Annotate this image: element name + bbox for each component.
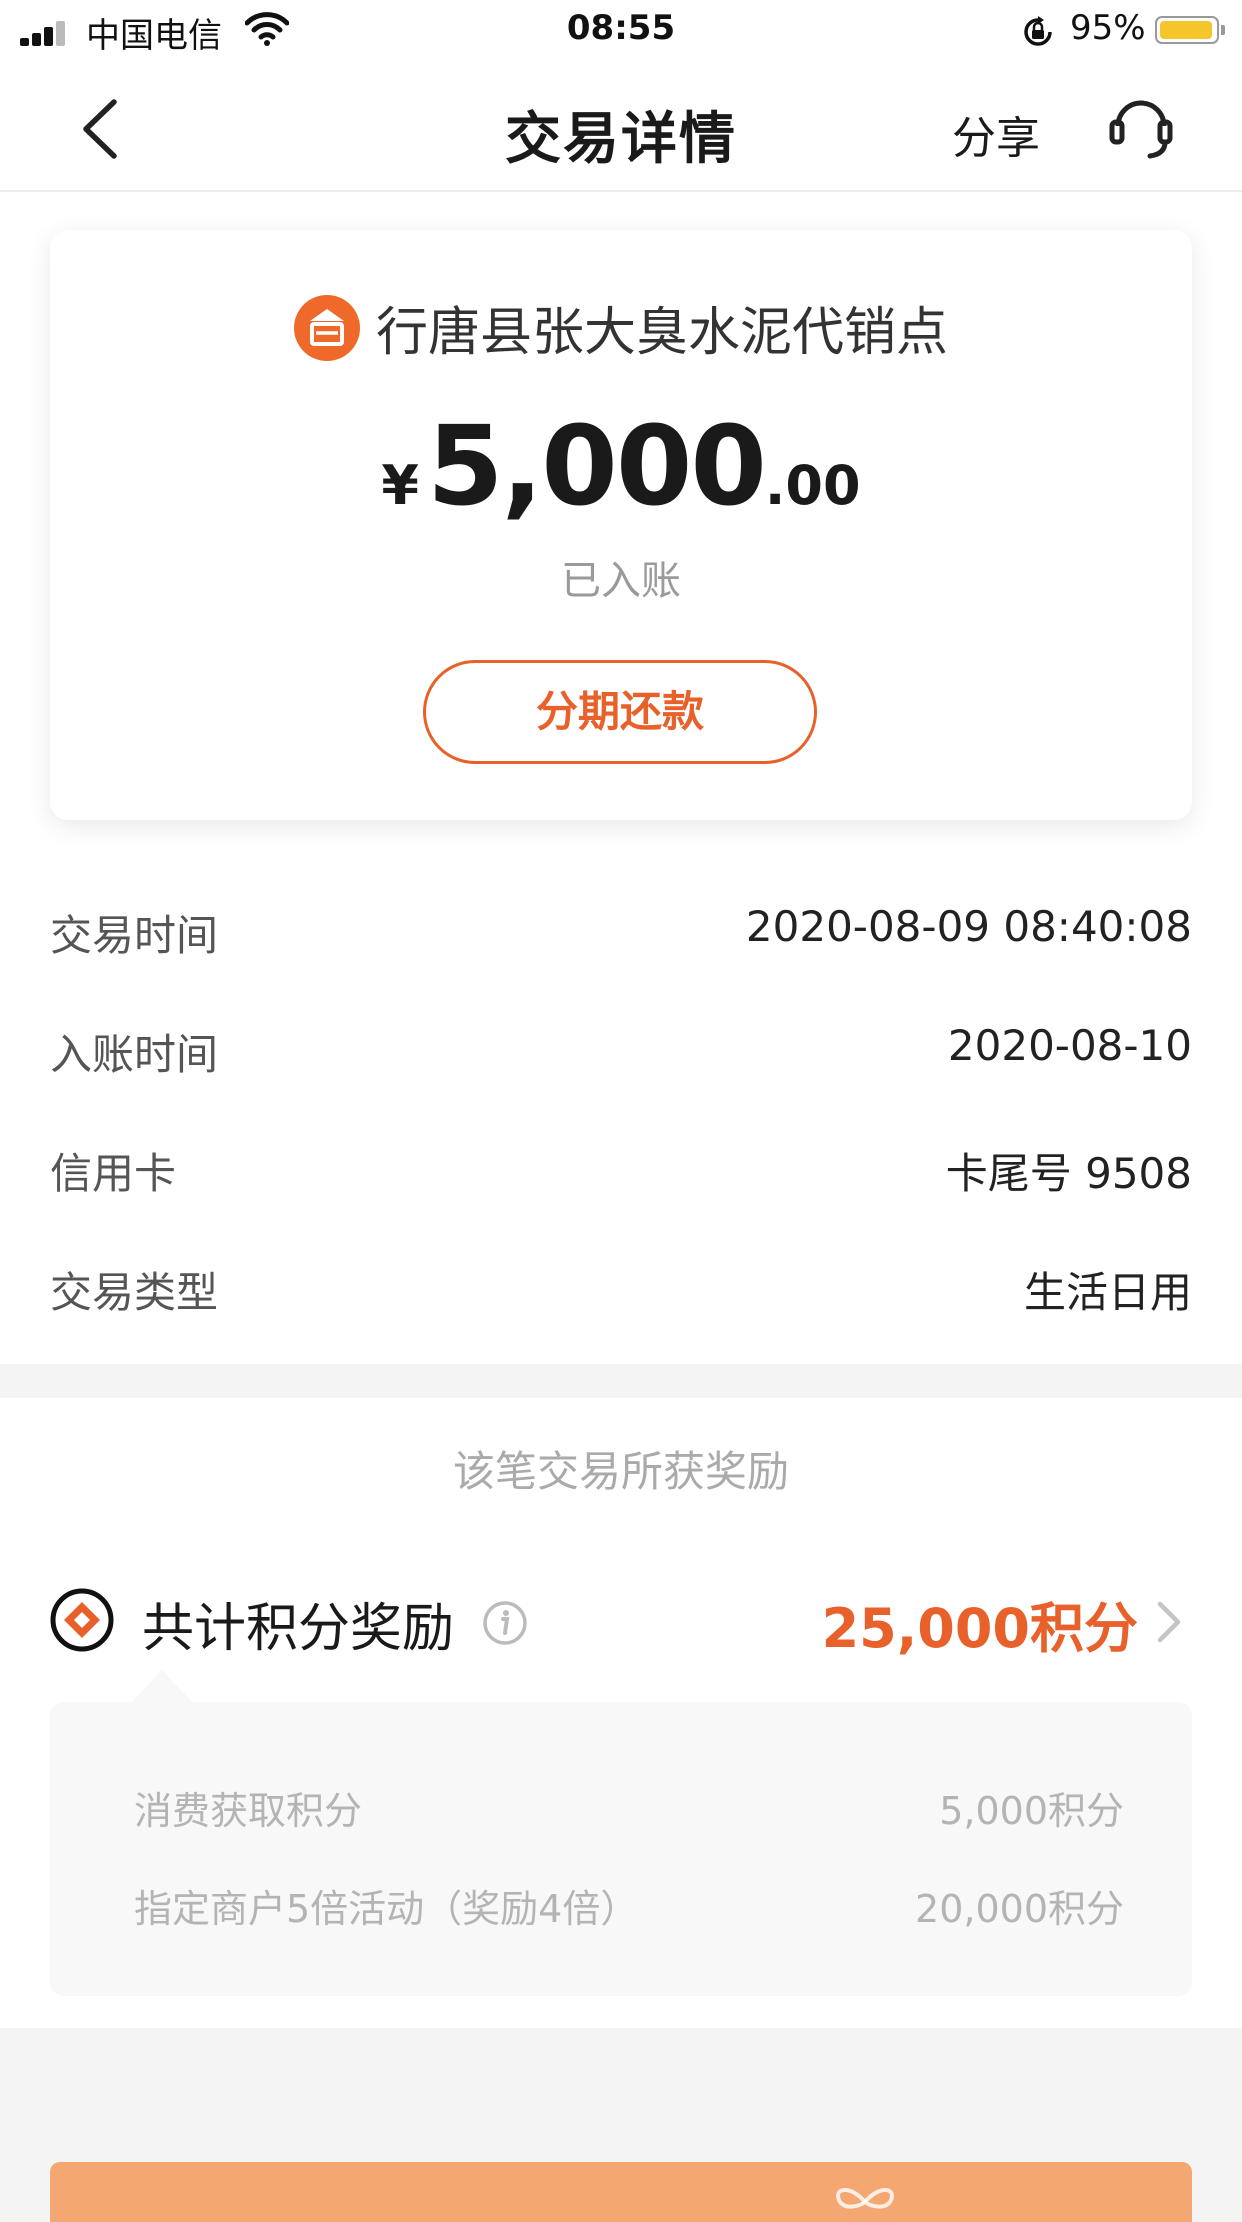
amount-integer: 5,000 [426, 402, 767, 530]
points-total-row[interactable]: 共计积分奖励 25,000积分 [50, 1582, 1192, 1660]
amount: ¥5,000.00 [50, 402, 1192, 530]
info-icon[interactable] [482, 1600, 528, 1646]
detail-row-posting-time: 入账时间 2020-08-10 [50, 1021, 1192, 1081]
share-button[interactable]: 分享 [952, 102, 1040, 166]
battery-percent: 95% [1070, 8, 1146, 48]
breakdown-label: 指定商户5倍活动（奖励4倍） [134, 1887, 639, 1931]
points-breakdown: 消费获取积分 5,000积分 指定商户5倍活动（奖励4倍） 20,000积分 [50, 1702, 1192, 1996]
promo-banner[interactable] [50, 2162, 1192, 2222]
breakdown-label: 消费获取积分 [134, 1789, 363, 1833]
chevron-right-icon[interactable] [1154, 1598, 1184, 1646]
currency-symbol: ¥ [381, 454, 419, 517]
detail-label: 入账时间 [50, 1030, 219, 1079]
page-title: 交易详情 [505, 107, 737, 172]
breakdown-value: 5,000积分 [939, 1789, 1124, 1833]
gift-bow-icon [836, 2188, 894, 2209]
breakdown-row: 指定商户5倍活动（奖励4倍） 20,000积分 [134, 1878, 1124, 1931]
rewards-heading: 该笔交易所获奖励 [452, 1447, 789, 1496]
posting-status: 已入账 [561, 558, 681, 604]
detail-row-credit-card: 信用卡 卡尾号 9508 [50, 1140, 1192, 1200]
points-total-label: 共计积分奖励 [142, 1599, 455, 1659]
installment-button[interactable]: 分期还款 [423, 660, 817, 764]
detail-row-transaction-type: 交易类型 生活日用 [50, 1259, 1192, 1319]
nav-bar: 交易详情 分享 [0, 64, 1242, 192]
transaction-card: 行唐县张大臭水泥代销点 ¥5,000.00 已入账 分期还款 [50, 230, 1192, 820]
detail-value: 2020-08-09 08:40:08 [745, 902, 1192, 951]
detail-label: 信用卡 [50, 1149, 177, 1198]
breakdown-row: 消费获取积分 5,000积分 [134, 1780, 1124, 1833]
detail-value: 2020-08-10 [947, 1021, 1192, 1070]
points-total-value: 25,000积分 [821, 1597, 1138, 1660]
store-icon [293, 294, 360, 361]
detail-row-transaction-time: 交易时间 2020-08-09 08:40:08 [50, 902, 1192, 962]
battery-icon [1155, 16, 1219, 44]
detail-value: 卡尾号 9508 [945, 1149, 1192, 1198]
detail-label: 交易时间 [50, 911, 219, 960]
points-icon [50, 1588, 114, 1652]
battery-tip [1221, 25, 1225, 35]
detail-value: 生活日用 [1023, 1268, 1192, 1317]
merchant-row: 行唐县张大臭水泥代销点 [50, 290, 1192, 365]
customer-service-icon[interactable] [1108, 92, 1174, 162]
merchant-name: 行唐县张大臭水泥代销点 [375, 303, 948, 363]
detail-label: 交易类型 [50, 1268, 219, 1317]
breakdown-value: 20,000积分 [915, 1887, 1124, 1931]
status-bar: 中国电信 08:55 95% [0, 0, 1242, 64]
amount-decimal: .00 [764, 454, 861, 517]
orientation-lock-icon [1024, 16, 1052, 46]
breakdown-pointer [130, 1670, 194, 1704]
